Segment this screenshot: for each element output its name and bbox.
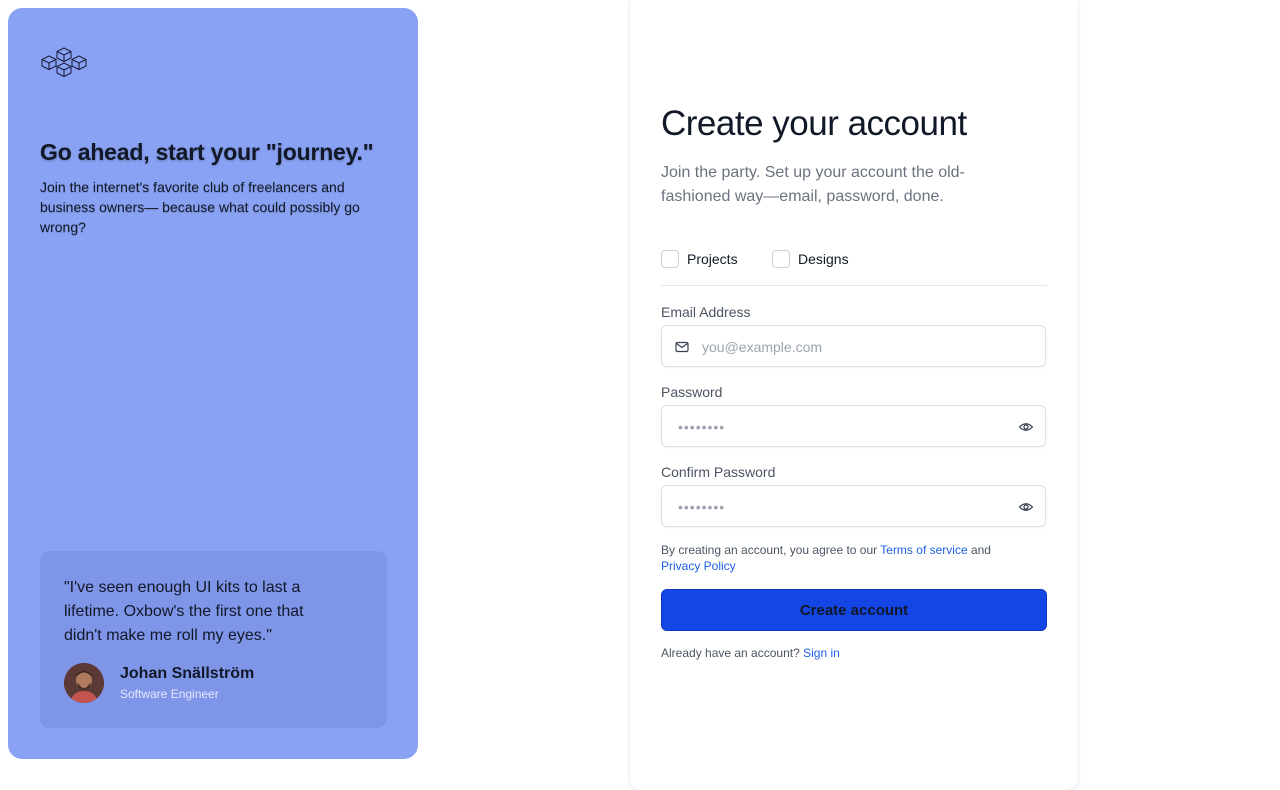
eye-icon[interactable] [1018, 419, 1034, 435]
checkbox-box[interactable] [661, 250, 679, 268]
checkbox-label: Designs [798, 251, 849, 267]
testimonial-name: Johan Snällström [120, 665, 255, 682]
page-title: Create your account [661, 104, 967, 143]
checkbox-box[interactable] [772, 250, 790, 268]
create-account-button[interactable]: Create account [661, 589, 1047, 631]
password-input[interactable] [678, 417, 998, 437]
confirm-password-field-wrapper [661, 485, 1046, 527]
page-subtitle: Join the party. Set up your account the … [661, 164, 965, 205]
testimonial-card: "I've seen enough UI kits to last a life… [40, 551, 387, 728]
hero-subtitle: Join the internet's favorite club of fre… [40, 179, 360, 235]
password-label: Password [661, 384, 723, 400]
testimonial-quote: "I've seen enough UI kits to last a life… [64, 579, 304, 644]
testimonial-role: Software Engineer [120, 687, 219, 701]
divider [661, 285, 1047, 286]
terms-middle: and [967, 543, 991, 557]
email-input[interactable] [702, 337, 1032, 357]
checkbox-label: Projects [687, 251, 738, 267]
password-field-wrapper [661, 405, 1046, 447]
privacy-policy-link[interactable]: Privacy Policy [661, 559, 736, 573]
signin-text: Already have an account? Sign in [661, 646, 840, 660]
mail-icon [675, 341, 689, 353]
terms-text: By creating an account, you agree to our… [661, 542, 1041, 574]
cubes-logo-icon [41, 47, 87, 78]
checkbox-projects[interactable]: Projects [661, 250, 738, 268]
confirm-password-input[interactable] [678, 497, 998, 517]
avatar [64, 663, 104, 703]
hero-title: Go ahead, start your "journey." [40, 139, 374, 165]
hero-panel: Go ahead, start your "journey." Join the… [8, 8, 418, 759]
email-field-wrapper [661, 325, 1046, 367]
sign-in-link[interactable]: Sign in [803, 646, 840, 660]
checkbox-designs[interactable]: Designs [772, 250, 849, 268]
eye-icon[interactable] [1018, 499, 1034, 515]
confirm-password-label: Confirm Password [661, 464, 776, 480]
terms-prefix: By creating an account, you agree to our [661, 543, 881, 557]
signin-prefix: Already have an account? [661, 646, 804, 660]
email-label: Email Address [661, 304, 751, 320]
terms-of-service-link[interactable]: Terms of service [880, 543, 967, 557]
